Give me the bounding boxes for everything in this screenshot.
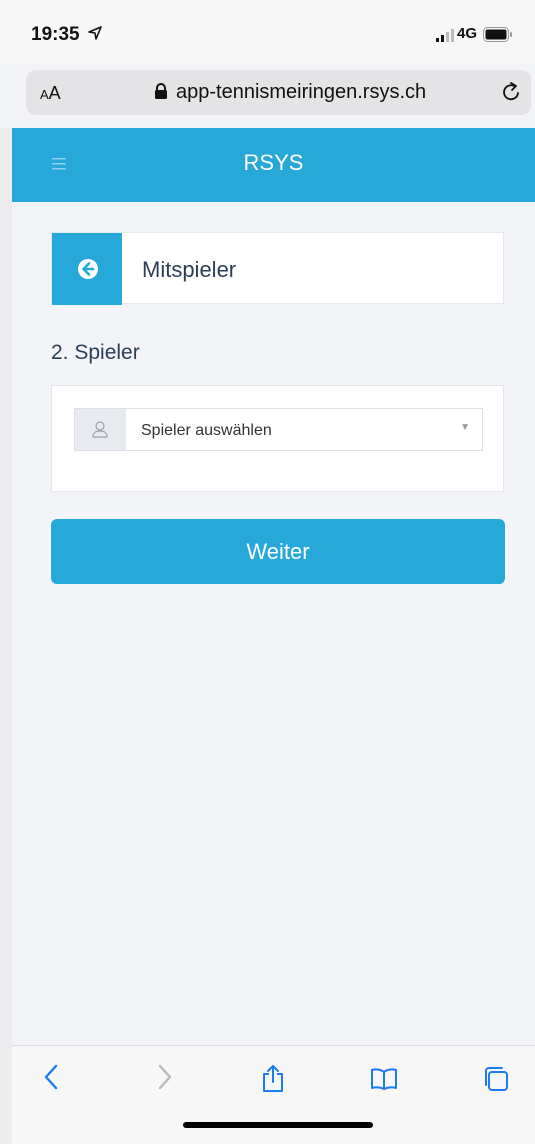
player-select[interactable]: Spieler auswählen ▼ <box>74 408 483 451</box>
browser-toolbar <box>12 1045 535 1144</box>
user-icon <box>92 421 108 438</box>
location-arrow-icon <box>88 26 102 40</box>
forward-icon[interactable] <box>157 1064 173 1090</box>
back-icon[interactable] <box>43 1064 59 1090</box>
window-edge <box>0 128 12 1144</box>
reload-icon[interactable] <box>502 81 522 103</box>
network-type: 4G <box>457 25 478 42</box>
tabs-icon[interactable] <box>483 1066 509 1092</box>
address-bar[interactable]: AA app-tennismeiringen.rsys.ch <box>26 70 531 115</box>
app-title: RSYS <box>243 150 304 175</box>
page-title: Mitspieler <box>142 257 237 282</box>
chevron-down-icon: ▼ <box>460 422 470 433</box>
back-button[interactable] <box>52 233 122 305</box>
status-time: 19:35 <box>31 24 80 45</box>
circle-arrow-left-icon <box>78 259 98 279</box>
page-header: Mitspieler <box>51 232 504 305</box>
user-addon <box>75 409 126 450</box>
section-title: 2. Spieler <box>51 341 140 364</box>
status-bar: 19:35 4G <box>0 0 535 64</box>
next-button[interactable]: Weiter <box>51 519 505 584</box>
player-select-card: Spieler auswählen ▼ <box>51 385 504 492</box>
share-icon[interactable] <box>262 1064 284 1092</box>
app-header: RSYS <box>12 128 535 202</box>
battery-icon <box>483 27 512 42</box>
bookmarks-icon[interactable] <box>370 1068 398 1090</box>
url-text[interactable]: app-tennismeiringen.rsys.ch <box>176 81 426 104</box>
text-size-button[interactable]: AA <box>40 83 61 104</box>
signal-icon <box>436 29 454 42</box>
lock-icon <box>155 83 167 99</box>
select-placeholder: Spieler auswählen <box>141 422 272 439</box>
home-indicator <box>183 1122 373 1128</box>
